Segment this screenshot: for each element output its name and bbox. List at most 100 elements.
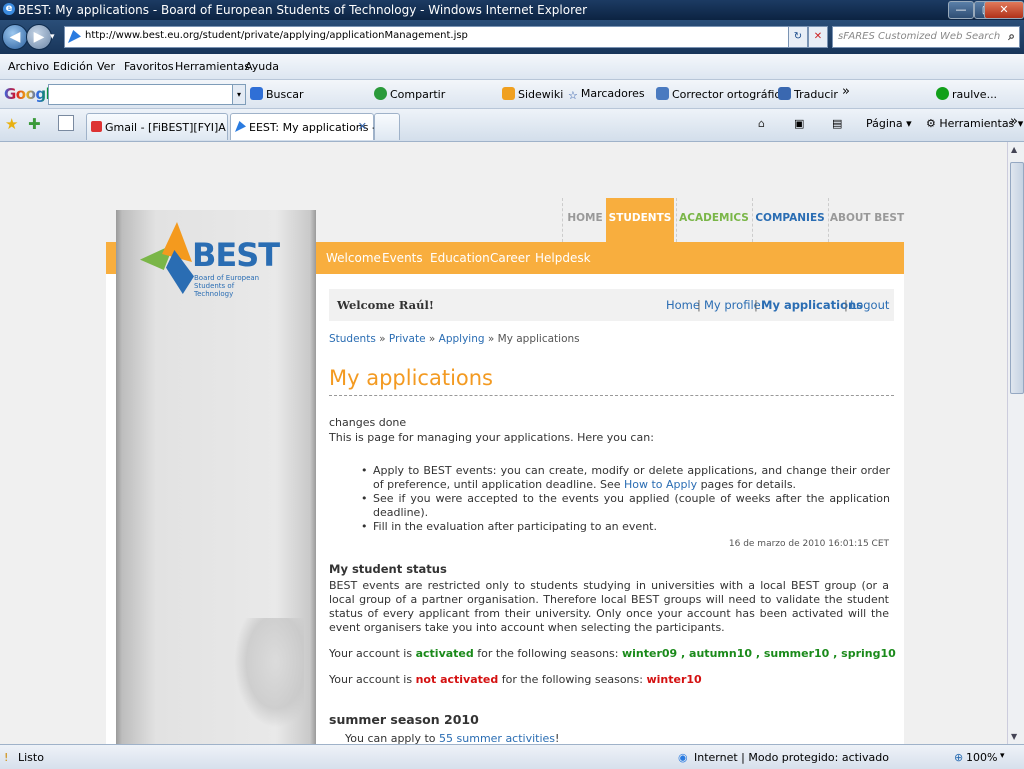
search-placeholder: sFARES Customized Web Search xyxy=(838,31,1001,42)
add-favorite-icon[interactable]: ✚ xyxy=(28,115,41,133)
crumb-separator: » xyxy=(375,333,389,345)
link-my-profile[interactable]: My profile xyxy=(704,298,761,312)
new-tab-button[interactable] xyxy=(374,113,400,140)
vertical-scrollbar[interactable]: ▲ ▼ xyxy=(1007,142,1024,744)
separator: | xyxy=(697,298,701,312)
tab-gmail[interactable]: Gmail - [FiBEST][FYI]A las ... xyxy=(86,113,259,140)
web-content: BEST Board of European Students of Techn… xyxy=(0,142,1007,744)
orange-subnav: Welcome Events Education Career Helpdesk xyxy=(316,242,904,274)
traducir-button[interactable]: Traducir xyxy=(778,87,838,101)
menu-ayuda[interactable]: Ayuda xyxy=(245,60,279,73)
sidewiki-button[interactable]: Sidewiki xyxy=(502,87,563,101)
close-window-button[interactable]: ✕ xyxy=(984,1,1024,19)
crumb-students[interactable]: Students xyxy=(329,333,376,345)
star-icon: ☆ xyxy=(568,89,578,102)
nav-companies[interactable]: COMPANIES xyxy=(752,198,827,242)
welcome-text: Welcome Raúl! xyxy=(337,298,434,312)
refresh-button[interactable]: ↻ xyxy=(788,26,808,48)
subnav-helpdesk[interactable]: Helpdesk xyxy=(535,251,591,265)
scroll-down-icon[interactable]: ▼ xyxy=(1011,732,1017,741)
ie-icon: e xyxy=(3,3,15,15)
subnav-events[interactable]: Events xyxy=(382,251,423,265)
print-icon[interactable]: ▤ xyxy=(832,117,842,130)
not-activated-seasons: winter10 xyxy=(646,673,702,686)
crumb-private[interactable]: Private xyxy=(389,333,426,345)
separator: | xyxy=(754,298,758,312)
marcadores-button[interactable]: ☆ Marcadores xyxy=(568,87,645,102)
compartir-button[interactable]: Compartir xyxy=(374,87,445,101)
site-favicon-icon xyxy=(68,30,81,43)
crumb-applying[interactable]: Applying xyxy=(439,333,485,345)
subnav-career[interactable]: Career xyxy=(490,251,530,265)
logo-subtitle: Board of European Students of Technology xyxy=(194,274,260,298)
spellcheck-icon xyxy=(656,87,669,100)
quick-tabs-icon[interactable] xyxy=(58,115,74,131)
not-activated-line: Your account is not activated for the fo… xyxy=(329,673,702,686)
favorites-star-icon[interactable]: ★ xyxy=(5,115,18,133)
search-icon xyxy=(250,87,263,100)
google-search-input[interactable] xyxy=(48,84,234,105)
online-status-icon xyxy=(936,87,949,100)
google-search-dropdown-icon[interactable]: ▾ xyxy=(232,84,246,105)
menu-ver[interactable]: Ver xyxy=(97,60,115,73)
url-text: http://www.best.eu.org/student/private/a… xyxy=(85,30,468,41)
zoom-level[interactable]: 100% xyxy=(966,751,997,764)
url-field[interactable]: http://www.best.eu.org/student/private/a… xyxy=(64,26,826,48)
left-orange-strip xyxy=(106,242,116,274)
intro-text: This is page for managing your applicati… xyxy=(329,431,654,444)
breadcrumb: Students » Private » Applying » My appli… xyxy=(329,333,580,345)
more-tools-icon[interactable]: » xyxy=(842,84,850,99)
scrollbar-thumb[interactable] xyxy=(1010,162,1024,394)
activated-seasons: winter09 , autumn10 , summer10 , spring1… xyxy=(622,647,896,660)
search-box[interactable]: sFARES Customized Web Search ⌕ xyxy=(832,26,1020,48)
back-button[interactable]: ◀ xyxy=(2,24,28,50)
forward-button[interactable]: ▶ xyxy=(26,24,52,50)
status-text: Listo xyxy=(18,751,44,764)
left-white-strip xyxy=(106,274,116,744)
nav-home[interactable]: HOME xyxy=(562,198,607,242)
corrector-button[interactable]: Corrector ortográfico xyxy=(656,87,787,101)
window-title: BEST: My applications - Board of Europea… xyxy=(18,3,588,17)
window-titlebar: e BEST: My applications - Board of Europ… xyxy=(0,0,1024,20)
menu-herramientas[interactable]: Herramientas xyxy=(175,60,250,73)
menu-edicion[interactable]: Edición xyxy=(53,60,93,73)
link-home[interactable]: Home xyxy=(666,298,700,312)
security-zone[interactable]: Internet | Modo protegido: activado xyxy=(694,751,889,764)
globe-icon: ◉ xyxy=(678,751,688,764)
list-item: Apply to BEST events: you can create, mo… xyxy=(357,464,890,492)
stop-button[interactable]: ✕ xyxy=(808,26,828,48)
herramientas-menu[interactable]: ⚙ Herramientas ▾ xyxy=(926,117,1023,130)
season-text: You can apply to 55 summer activities! xyxy=(345,732,560,744)
menu-archivo[interactable]: Archivo xyxy=(8,60,49,73)
tabs-bar: ★ ✚ Gmail - [FiBEST][FYI]A las ... EEST:… xyxy=(0,109,1024,142)
zoom-dropdown-icon[interactable]: ▾ xyxy=(1000,751,1005,761)
link-logout[interactable]: Logout xyxy=(850,298,889,312)
how-to-apply-link[interactable]: How to Apply xyxy=(624,478,697,491)
welcome-box: Welcome Raúl! Home | My profile | My app… xyxy=(329,289,894,321)
pagina-menu[interactable]: Página ▾ xyxy=(866,117,912,130)
minimize-button[interactable]: — xyxy=(948,1,974,19)
crumb-separator: » xyxy=(484,333,498,345)
search-icon[interactable]: ⌕ xyxy=(1008,29,1015,44)
nav-academics[interactable]: ACADEMICS xyxy=(676,198,751,242)
menu-favoritos[interactable]: Favoritos xyxy=(124,60,174,73)
nav-students[interactable]: STUDENTS xyxy=(606,198,674,242)
close-tab-icon[interactable]: ✕ xyxy=(358,120,367,133)
nav-about-best[interactable]: ABOUT BEST xyxy=(828,198,905,242)
history-dropdown-icon[interactable]: ▾ xyxy=(50,32,55,42)
feeds-icon[interactable]: ▣ xyxy=(794,117,804,130)
user-account-button[interactable]: raulve... xyxy=(936,87,997,101)
home-icon[interactable]: ⌂ xyxy=(758,117,765,130)
scroll-up-icon[interactable]: ▲ xyxy=(1011,145,1017,154)
share-icon xyxy=(374,87,387,100)
more-commands-icon[interactable]: » xyxy=(1010,114,1018,129)
buscar-button[interactable]: Buscar xyxy=(250,87,304,101)
subnav-welcome[interactable]: Welcome xyxy=(326,251,381,265)
crumb-separator: » xyxy=(425,333,439,345)
tab-best-applications[interactable]: EEST: My applications - ... ✕ xyxy=(230,113,390,140)
status-bar: ! Listo ◉ Internet | Modo protegido: act… xyxy=(0,744,1024,769)
logo-name: BEST xyxy=(192,236,280,274)
crumb-current: My applications xyxy=(497,333,580,345)
subnav-education[interactable]: Education xyxy=(430,251,490,265)
summer-activities-link[interactable]: 55 summer activities xyxy=(439,732,555,744)
